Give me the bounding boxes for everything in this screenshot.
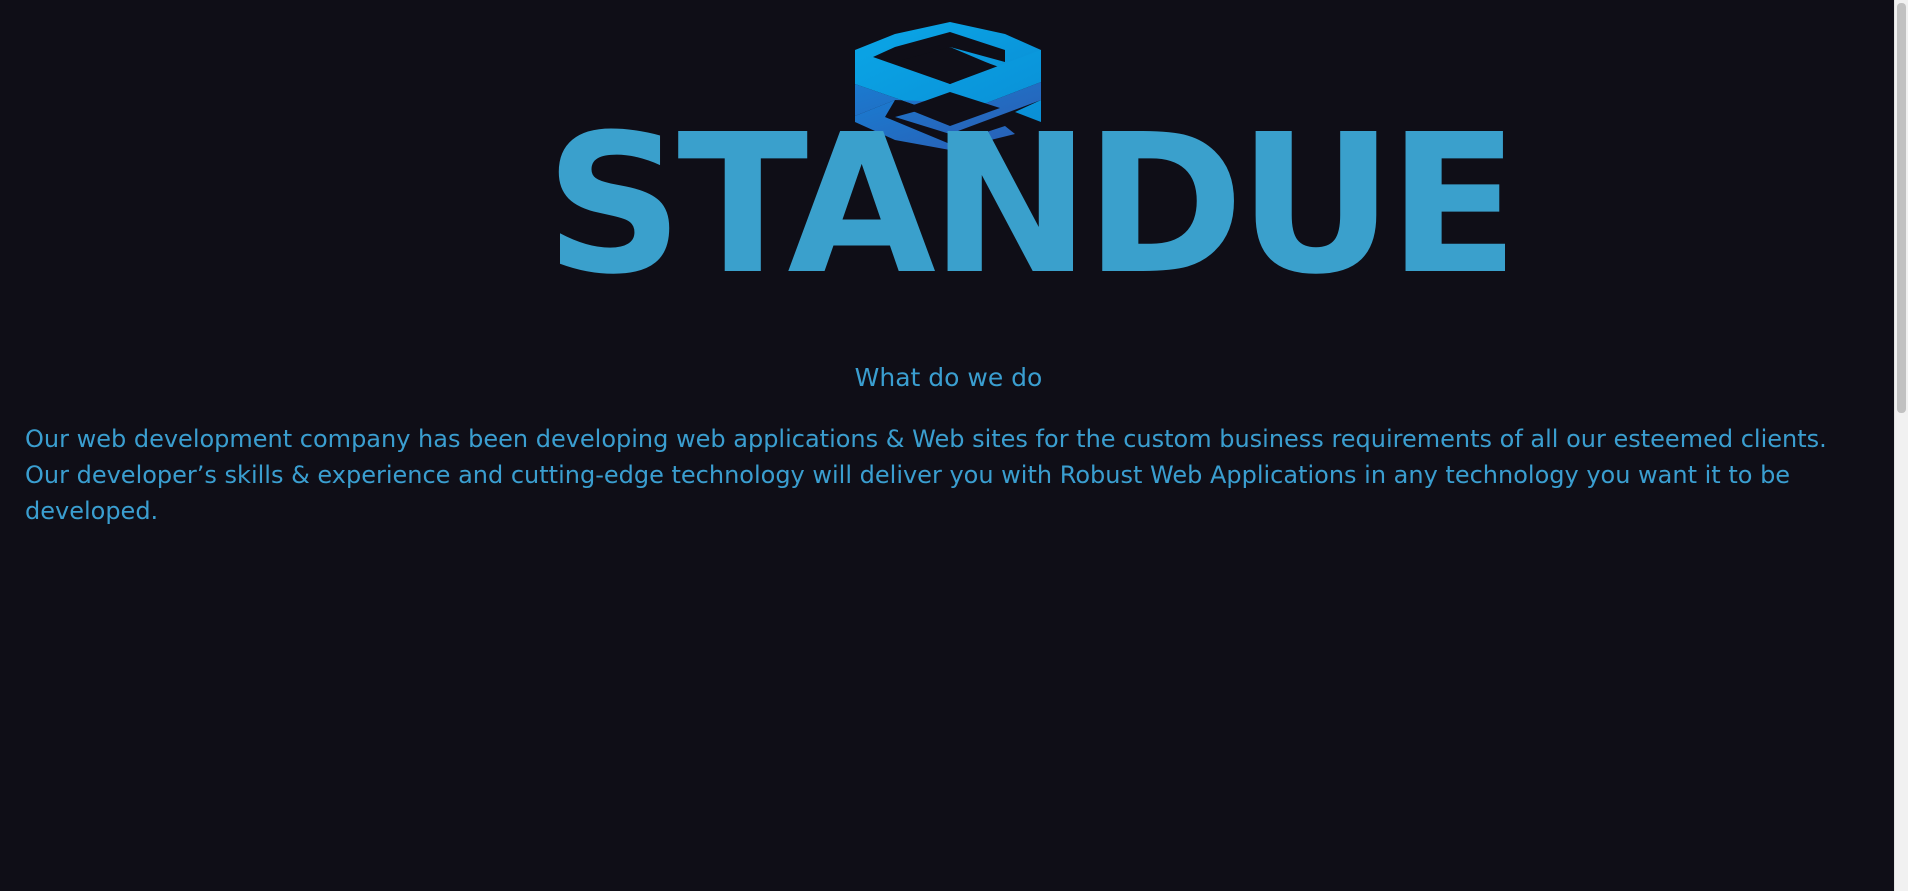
section-title: What do we do — [854, 363, 1043, 392]
main-content: STANDUE What do we do Our web developmen… — [0, 0, 1895, 891]
brand-name: STANDUE — [545, 94, 1519, 317]
scrollbar-thumb[interactable] — [1897, 3, 1906, 413]
page: STANDUE What do we do Our web developmen… — [0, 0, 1908, 891]
section-description: Our web development company has been dev… — [25, 425, 1827, 525]
vertical-scrollbar[interactable] — [1894, 0, 1908, 891]
